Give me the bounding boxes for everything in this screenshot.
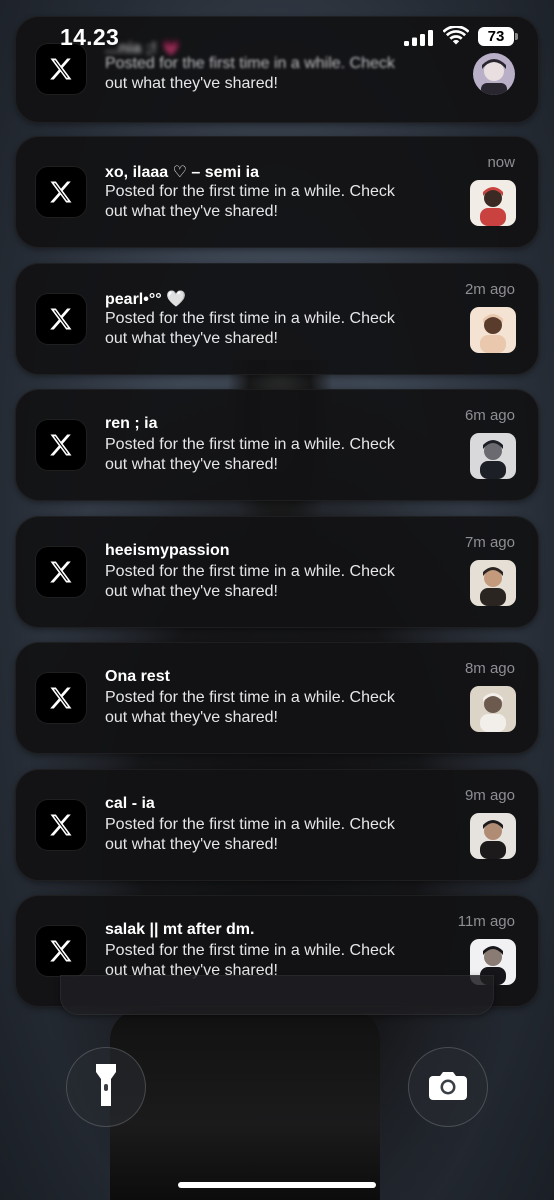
notification-stack-indicator[interactable] [60, 975, 494, 1015]
notification-body-line2: out what they've shared! [105, 203, 278, 220]
notification-thumbnail [470, 307, 516, 353]
notification-time: 9m ago [464, 787, 515, 804]
camera-button[interactable] [408, 1047, 488, 1127]
notification-body-line2: out what they've shared! [105, 330, 278, 347]
notification-card[interactable]: pearl•°° 🤍 2m ago Posted for the first tim… [15, 263, 539, 375]
notification-body-line2: out what they've shared! [105, 75, 278, 92]
home-indicator[interactable] [178, 1182, 376, 1188]
notification-card[interactable]: ren ; ia 6m ago Posted for the first time … [15, 389, 539, 501]
notification-thumbnail [470, 813, 516, 859]
notification-body-line1: Posted for the first time in a while. Ch… [105, 310, 395, 327]
notification-thumbnail [470, 433, 516, 479]
notification-title: cal - ia [105, 795, 155, 812]
notification-thumbnail [470, 560, 516, 606]
notification-time: 7m ago [464, 534, 515, 551]
x-logo-icon [35, 799, 87, 851]
notification-body-line1: Posted for the first time in a while. Ch… [105, 563, 395, 580]
x-logo-icon [35, 672, 87, 724]
notification-title: salak || mt after dm. [105, 921, 255, 938]
notification-title: xo, ilaaa ♡ – semi ia [105, 164, 259, 181]
notification-thumbnail [470, 686, 516, 732]
notification-body-line2: out what they've shared! [105, 583, 278, 600]
notification-time: now [487, 154, 515, 171]
notification-time: 11m ago [457, 913, 515, 930]
notification-body: Posted for the first time in a while. Ch… [105, 435, 450, 475]
battery-nub [515, 33, 518, 40]
notification-card[interactable]: Ona rest 8m ago Posted for the first time … [15, 642, 539, 754]
wallpaper-legs [110, 1010, 380, 1200]
cellular-signal-icon [404, 30, 434, 51]
notification-time: 2m ago [464, 281, 515, 298]
notification-title: heeismypassion [105, 542, 230, 559]
battery-indicator: 73 [478, 27, 514, 46]
notification-card[interactable]: xo, ilaaa ♡ – semi ia now Posted for the f… [15, 136, 539, 248]
notification-body-line2: out what they've shared! [105, 836, 278, 853]
status-bar: 14.23 73 [0, 0, 554, 70]
notification-body-line2: out what they've shared! [105, 456, 278, 473]
notification-body-line1: Posted for the first time in a while. Ch… [105, 942, 395, 959]
notification-card[interactable]: cal - ia 9m ago Posted for the first time … [15, 769, 539, 881]
x-logo-icon [35, 166, 87, 218]
notification-body-line1: Posted for the first time in a while. Ch… [105, 816, 395, 833]
notification-body: Posted for the first time in a while. Ch… [105, 309, 450, 349]
status-time: 14.23 [60, 24, 120, 50]
x-logo-icon [35, 419, 87, 471]
notification-title: Ona rest [105, 668, 170, 685]
x-logo-icon [35, 925, 87, 977]
notification-time: 8m ago [464, 660, 515, 677]
notification-thumbnail [470, 180, 516, 226]
notification-title: pearl•°° 🤍 [105, 291, 187, 308]
camera-icon [429, 1070, 467, 1105]
notification-title: ren ; ia [105, 415, 158, 432]
x-logo-icon [35, 546, 87, 598]
notification-body: Posted for the first time in a while. Ch… [105, 688, 450, 728]
notification-body: Posted for the first time in a while. Ch… [105, 815, 450, 855]
notification-body: Posted for the first time in a while. Ch… [105, 562, 450, 602]
notification-card[interactable]: heeismypassion 7m ago Posted for the first… [15, 516, 539, 628]
notification-body-line2: out what they've shared! [105, 709, 278, 726]
notification-body: Posted for the first time in a while. Ch… [105, 182, 450, 222]
x-logo-icon [35, 293, 87, 345]
flashlight-icon [95, 1062, 117, 1113]
notification-body-line1: Posted for the first time in a while. Ch… [105, 183, 395, 200]
notification-body-line1: Posted for the first time in a while. Ch… [105, 689, 395, 706]
flashlight-button[interactable] [66, 1047, 146, 1127]
notification-time: 6m ago [464, 407, 515, 424]
notification-body-line1: Posted for the first time in a while. Ch… [105, 436, 395, 453]
wifi-icon [442, 25, 470, 51]
